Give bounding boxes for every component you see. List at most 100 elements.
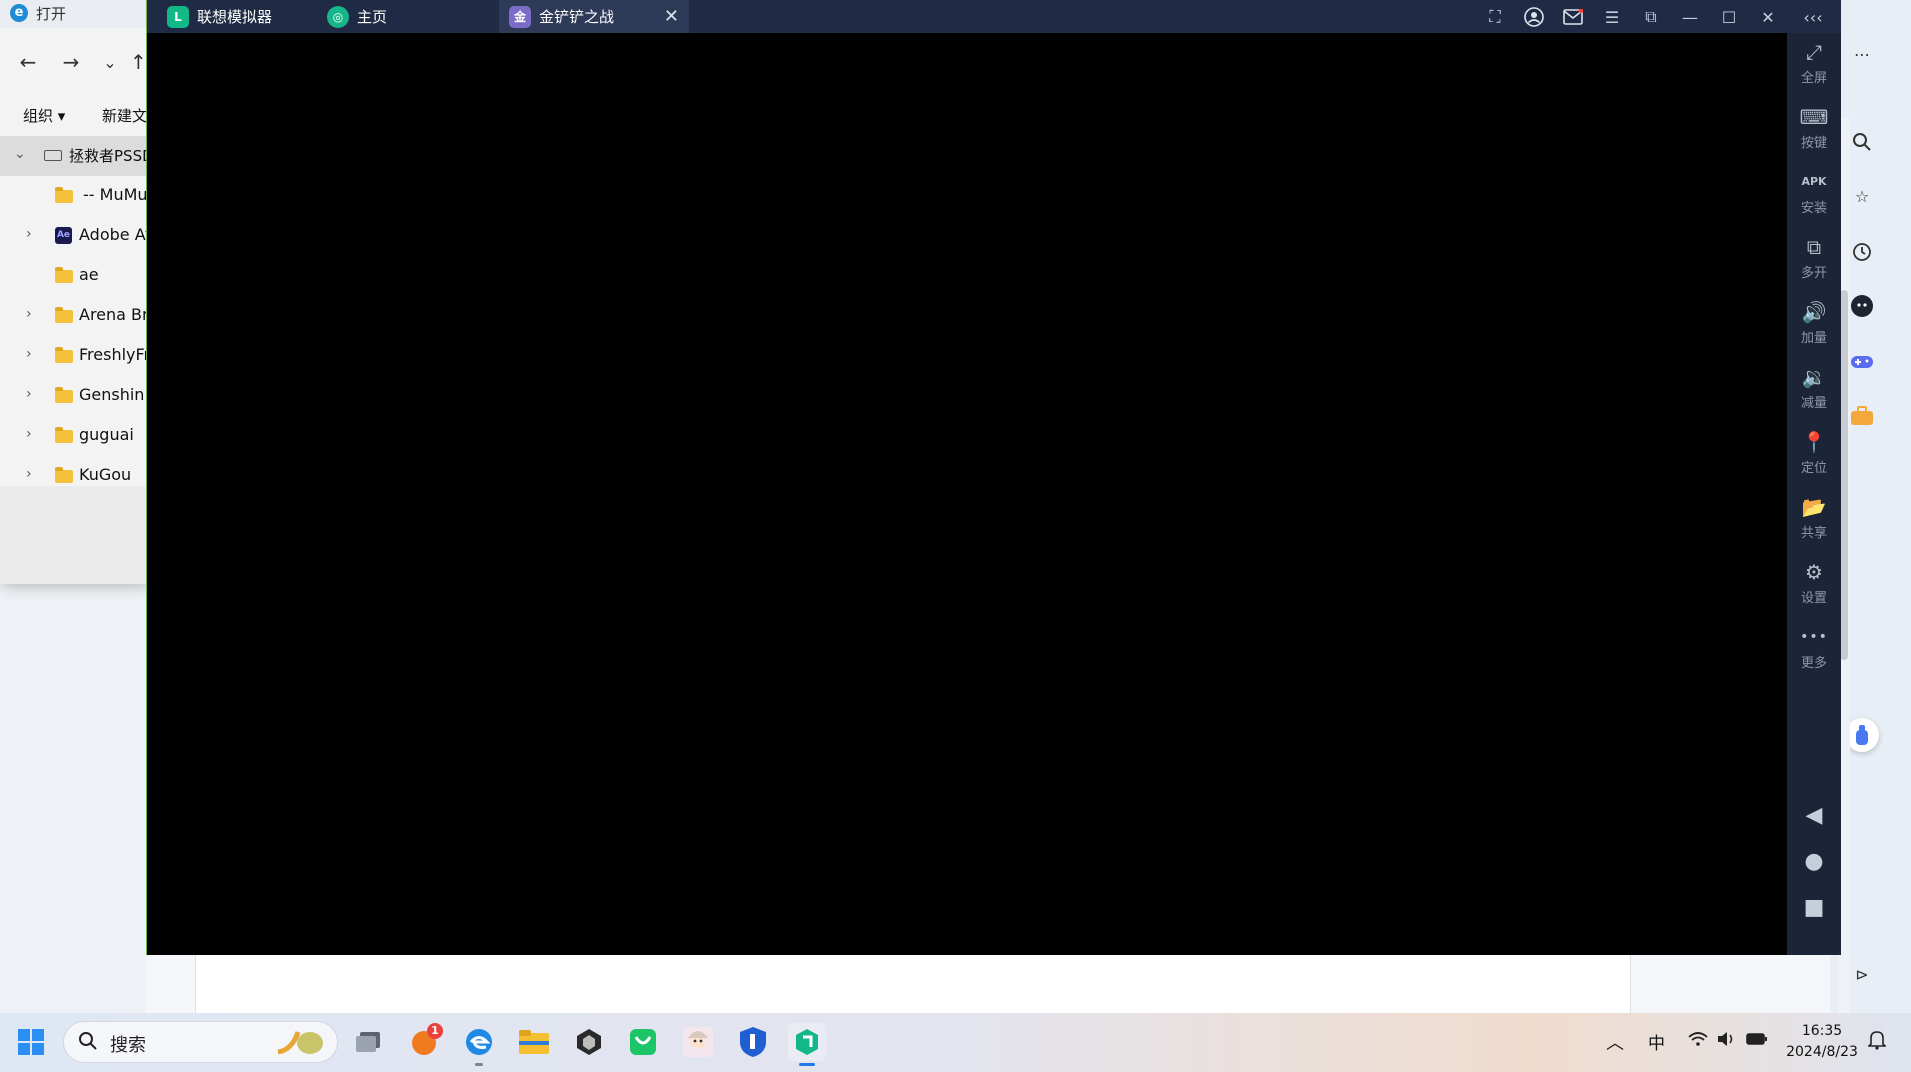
file-explorer-icon[interactable] bbox=[515, 1023, 553, 1061]
tab-label: 主页 bbox=[357, 8, 388, 26]
search-highlight-icon bbox=[274, 1028, 326, 1056]
expanded-chevron-icon[interactable]: ⌄ bbox=[14, 146, 26, 162]
expand-sidebar-icon[interactable]: ⊳ bbox=[1850, 962, 1874, 986]
tree-item-label: FreshlyFr bbox=[79, 345, 151, 364]
notification-badge: 1 bbox=[427, 1023, 443, 1039]
folder-icon bbox=[55, 387, 73, 403]
emulator-screen[interactable] bbox=[147, 33, 1787, 955]
toolbox-icon[interactable] bbox=[1850, 404, 1874, 428]
close-tab-icon[interactable]: ✕ bbox=[664, 6, 679, 27]
more-button[interactable]: ••• 更多 bbox=[1787, 622, 1841, 682]
tree-item-label: KuGou bbox=[79, 465, 132, 484]
back-arrow-icon[interactable]: ← bbox=[13, 44, 43, 80]
gamepad-icon[interactable] bbox=[1850, 350, 1874, 374]
sidebar-label: 多开 bbox=[1800, 266, 1827, 281]
chevron-right-icon[interactable]: › bbox=[26, 226, 32, 242]
pinned-app-orange-icon[interactable]: 1 bbox=[405, 1023, 443, 1061]
tree-item[interactable]: ae bbox=[0, 256, 146, 296]
chevron-right-icon[interactable]: › bbox=[26, 346, 32, 362]
tab-game[interactable]: 金 金铲铲之战 ✕ bbox=[499, 0, 689, 33]
tab-home[interactable]: ◎ 主页 bbox=[315, 0, 485, 33]
maximize-icon[interactable]: ☐ bbox=[1716, 4, 1742, 30]
tree-item[interactable]: -- MuMu bbox=[0, 176, 148, 216]
tree-item-label: 拯救者PSSD bbox=[69, 147, 154, 165]
windows-taskbar: 搜索 1 ︿ 中 16:35 2024/8/23 bbox=[0, 1013, 1911, 1072]
battery-icon[interactable] bbox=[1746, 1031, 1768, 1050]
emulator-window: L 联想模拟器 ◎ 主页 金 金铲铲之战 ✕ ⛶ ☰ ⧉ — ☐ ✕ ‹‹‹ ⤢… bbox=[146, 0, 1841, 955]
tree-item[interactable]: › Arena Bre bbox=[0, 296, 158, 336]
speaker-icon[interactable] bbox=[1716, 1030, 1736, 1052]
star-icon[interactable]: ☆ bbox=[1850, 184, 1874, 208]
chevron-right-icon[interactable]: › bbox=[26, 306, 32, 322]
wifi-icon[interactable] bbox=[1688, 1031, 1708, 1051]
search-icon[interactable] bbox=[1850, 130, 1874, 154]
anime-game-icon[interactable] bbox=[679, 1023, 717, 1061]
location-button[interactable]: 📍 定位 bbox=[1787, 427, 1841, 487]
history-icon[interactable] bbox=[1850, 240, 1874, 264]
taskbar-search-box[interactable]: 搜索 bbox=[63, 1021, 338, 1063]
multi-instance-button[interactable]: ⧉ 多开 bbox=[1787, 232, 1841, 292]
tree-item[interactable]: › FreshlyFr bbox=[0, 336, 150, 376]
volume-up-button[interactable]: 🔊 加量 bbox=[1787, 297, 1841, 357]
system-clock[interactable]: 16:35 2024/8/23 bbox=[1782, 1021, 1862, 1063]
up-arrow-icon[interactable]: ↑ bbox=[130, 44, 146, 80]
tree-item-label: -- MuMu bbox=[83, 185, 148, 204]
install-apk-button[interactable]: APK 安装 bbox=[1787, 167, 1841, 227]
start-windows-icon[interactable] bbox=[12, 1023, 50, 1061]
assistant-icon[interactable] bbox=[1850, 294, 1874, 318]
running-indicator bbox=[475, 1063, 483, 1066]
menu-icon[interactable]: ☰ bbox=[1599, 4, 1625, 30]
chevron-right-icon[interactable]: › bbox=[26, 426, 32, 442]
mail-icon[interactable] bbox=[1560, 4, 1586, 30]
tree-item[interactable]: › Genshin I bbox=[0, 376, 154, 416]
more-icon[interactable]: ⋯ bbox=[1850, 42, 1874, 66]
task-view-icon[interactable] bbox=[349, 1023, 387, 1061]
close-window-icon[interactable]: ✕ bbox=[1755, 4, 1781, 30]
android-recents-icon[interactable]: ■ bbox=[1802, 895, 1826, 920]
tab-lenovo-emulator[interactable]: L 联想模拟器 bbox=[167, 0, 302, 33]
screenshot-icon[interactable]: ⛶ bbox=[1482, 4, 1508, 30]
tree-item[interactable]: › Ae Adobe Af bbox=[0, 216, 151, 256]
volume-up-icon: 🔊 bbox=[1801, 300, 1827, 324]
account-icon[interactable] bbox=[1521, 4, 1547, 30]
chevron-right-icon[interactable]: › bbox=[26, 386, 32, 402]
folder-icon bbox=[55, 307, 73, 323]
chevron-right-icon[interactable]: › bbox=[26, 466, 32, 482]
show-hidden-icons-chevron-icon[interactable]: ︿ bbox=[1606, 1029, 1630, 1054]
new-folder-button[interactable]: 新建文 bbox=[102, 105, 147, 126]
edge-browser-icon[interactable] bbox=[460, 1023, 498, 1066]
tree-item-label: Adobe Af bbox=[79, 225, 151, 244]
tree-item-drive[interactable]: ⌄ 拯救者PSSD bbox=[0, 136, 154, 176]
organize-menu[interactable]: 组织 ▾ bbox=[23, 105, 65, 126]
folder-share-icon: 📂 bbox=[1801, 495, 1827, 519]
folder-icon bbox=[55, 467, 73, 483]
forward-arrow-icon[interactable]: → bbox=[56, 44, 86, 80]
lenovo-security-icon[interactable] bbox=[734, 1023, 772, 1061]
settings-button[interactable]: ⚙ 设置 bbox=[1787, 557, 1841, 617]
unity-hub-icon[interactable] bbox=[570, 1023, 608, 1061]
notification-bell-icon[interactable] bbox=[1867, 1030, 1887, 1054]
shopping-app-icon[interactable] bbox=[624, 1023, 662, 1061]
fullscreen-button[interactable]: ⤢ 全屏 bbox=[1787, 37, 1841, 97]
ime-indicator[interactable]: 中 bbox=[1648, 1029, 1665, 1054]
android-back-icon[interactable]: ◀ bbox=[1802, 803, 1826, 828]
tab-label: 金铲铲之战 bbox=[539, 8, 615, 26]
tree-item[interactable]: › guguai bbox=[0, 416, 146, 456]
active-indicator bbox=[799, 1063, 815, 1066]
lenovo-emulator-taskbar-icon[interactable] bbox=[788, 1023, 826, 1066]
fullscreen-icon: ⤢ bbox=[1806, 40, 1822, 64]
keymapping-button[interactable]: ⌨ 按键 bbox=[1787, 102, 1841, 162]
tree-item-label: ae bbox=[79, 265, 99, 284]
background-scrollbar-thumb[interactable] bbox=[1840, 290, 1848, 660]
tab-label: 联想模拟器 bbox=[197, 8, 273, 26]
volume-down-button[interactable]: 🔉 减量 bbox=[1787, 362, 1841, 422]
recent-dropdown-icon[interactable]: ⌄ bbox=[95, 44, 125, 80]
cleaner-icon[interactable] bbox=[1845, 718, 1879, 752]
mini-mode-icon[interactable]: ⧉ bbox=[1638, 4, 1664, 30]
collapse-sidebar-icon[interactable]: ‹‹‹ bbox=[1800, 4, 1826, 30]
shared-folder-button[interactable]: 📂 共享 bbox=[1787, 492, 1841, 552]
android-home-icon[interactable]: ● bbox=[1802, 849, 1826, 874]
game-icon: 金 bbox=[509, 5, 531, 28]
minimize-icon[interactable]: — bbox=[1677, 4, 1703, 30]
tree-item-label: Genshin I bbox=[79, 385, 155, 404]
